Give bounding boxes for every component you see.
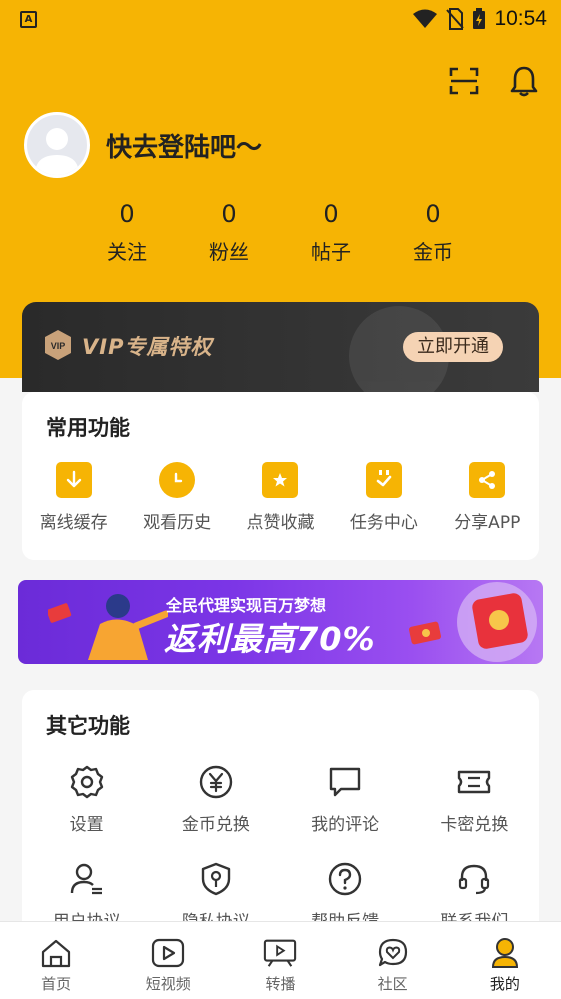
vip-card[interactable]: VIP VIP专属特权 立即开通	[22, 302, 539, 392]
vip-activate-button[interactable]: 立即开通	[403, 332, 503, 362]
other-functions-card: 其它功能 设置 金币兑换 我的评论 卡密兑换	[22, 690, 539, 950]
task-check-icon	[365, 462, 402, 498]
wifi-icon	[413, 9, 438, 28]
stat-label: 粉丝	[209, 240, 249, 264]
red-envelope-icon	[457, 582, 537, 662]
func-label: 观看历史	[143, 513, 212, 533]
download-icon	[55, 462, 92, 498]
tab-community[interactable]: 社区	[337, 922, 449, 999]
tab-label: 我的	[489, 975, 520, 993]
battery-charging-icon	[473, 8, 486, 29]
func-label: 点赞收藏	[246, 513, 315, 533]
login-prompt[interactable]: 快去登陆吧～	[106, 127, 262, 164]
func-label: 卡密兑换	[440, 815, 509, 835]
coin-exchange-item[interactable]: 金币兑换	[151, 762, 280, 835]
task-center-item[interactable]: 任务中心	[332, 462, 435, 533]
headset-icon	[454, 859, 494, 899]
gear-icon	[67, 762, 107, 802]
func-label: 离线缓存	[39, 513, 108, 533]
vip-badge-text: VIP	[51, 341, 66, 351]
share-icon	[469, 462, 506, 498]
stat-posts[interactable]: 0 帖子	[280, 196, 382, 265]
banner-headline: 返利最高70%	[164, 620, 376, 658]
user-stats: 0 关注 0 粉丝 0 帖子 0 金币	[76, 196, 484, 265]
tab-label: 首页	[41, 975, 72, 993]
likes-favorites-item[interactable]: 点赞收藏	[229, 462, 332, 533]
func-label: 我的评论	[311, 815, 380, 835]
section-title: 其它功能	[46, 714, 130, 738]
play-icon	[151, 936, 185, 970]
home-icon	[39, 936, 73, 970]
my-comments-item[interactable]: 我的评论	[281, 762, 410, 835]
stat-fans[interactable]: 0 粉丝	[178, 196, 280, 265]
stat-value: 0	[425, 200, 441, 228]
stat-value: 0	[323, 200, 339, 228]
tab-label: 转播	[265, 975, 296, 993]
settings-item[interactable]: 设置	[22, 762, 151, 835]
clock-icon	[159, 462, 196, 498]
red-envelope-small-icon	[409, 621, 441, 645]
func-label: 设置	[69, 815, 104, 835]
promo-banner[interactable]: 全民代理实现百万梦想 返利最高70%	[18, 580, 543, 664]
tab-label: 短视频	[145, 975, 191, 993]
common-functions-card: 常用功能 离线缓存 观看历史 点赞收藏 任务中心 分享APP	[22, 392, 539, 560]
stat-value: 0	[221, 200, 237, 228]
stat-label: 关注	[107, 240, 147, 264]
func-label: 任务中心	[349, 513, 418, 533]
banner-subtitle: 全民代理实现百万梦想	[166, 596, 327, 615]
vip-title: VIP专属特权	[82, 335, 213, 359]
tab-label: 社区	[377, 975, 408, 993]
banner-character-icon	[48, 594, 168, 660]
shield-key-icon	[196, 859, 236, 899]
tab-home[interactable]: 首页	[0, 922, 112, 999]
stat-value: 0	[119, 200, 135, 228]
no-sim-icon	[446, 8, 465, 30]
offline-cache-item[interactable]: 离线缓存	[22, 462, 125, 533]
default-avatar-icon	[35, 128, 79, 175]
bottom-tab-bar: 首页 短视频 转播 社区 我的	[0, 921, 561, 999]
bell-icon[interactable]	[507, 64, 541, 98]
status-bar: A 10:54	[0, 0, 561, 40]
tab-rebroadcast[interactable]: 转播	[224, 922, 336, 999]
heart-chat-icon	[376, 936, 410, 970]
card-code-exchange-item[interactable]: 卡密兑换	[410, 762, 539, 835]
star-icon	[262, 462, 299, 498]
scan-icon[interactable]	[447, 64, 481, 98]
func-label: 金币兑换	[181, 815, 250, 835]
coin-icon	[196, 762, 236, 802]
status-time: 10:54	[494, 7, 547, 30]
watch-history-item[interactable]: 观看历史	[125, 462, 228, 533]
user-agreement-icon	[67, 859, 107, 899]
vip-badge-icon: VIP	[45, 330, 71, 360]
tab-mine[interactable]: 我的	[449, 922, 561, 999]
profile-icon	[488, 936, 522, 970]
section-title: 常用功能	[46, 416, 130, 440]
app-notification-icon: A	[20, 11, 37, 28]
help-icon	[325, 859, 365, 899]
share-app-item[interactable]: 分享APP	[436, 462, 539, 533]
stat-coins[interactable]: 0 金币	[382, 196, 484, 265]
tv-icon	[263, 936, 297, 970]
profile-row[interactable]: 快去登陆吧～	[24, 112, 262, 178]
stat-following[interactable]: 0 关注	[76, 196, 178, 265]
avatar[interactable]	[24, 112, 90, 178]
stat-label: 金币	[413, 240, 453, 264]
func-label: 分享APP	[454, 513, 521, 533]
comment-icon	[325, 762, 365, 802]
ticket-icon	[454, 762, 494, 802]
tab-short-video[interactable]: 短视频	[112, 922, 224, 999]
stat-label: 帖子	[311, 240, 351, 264]
